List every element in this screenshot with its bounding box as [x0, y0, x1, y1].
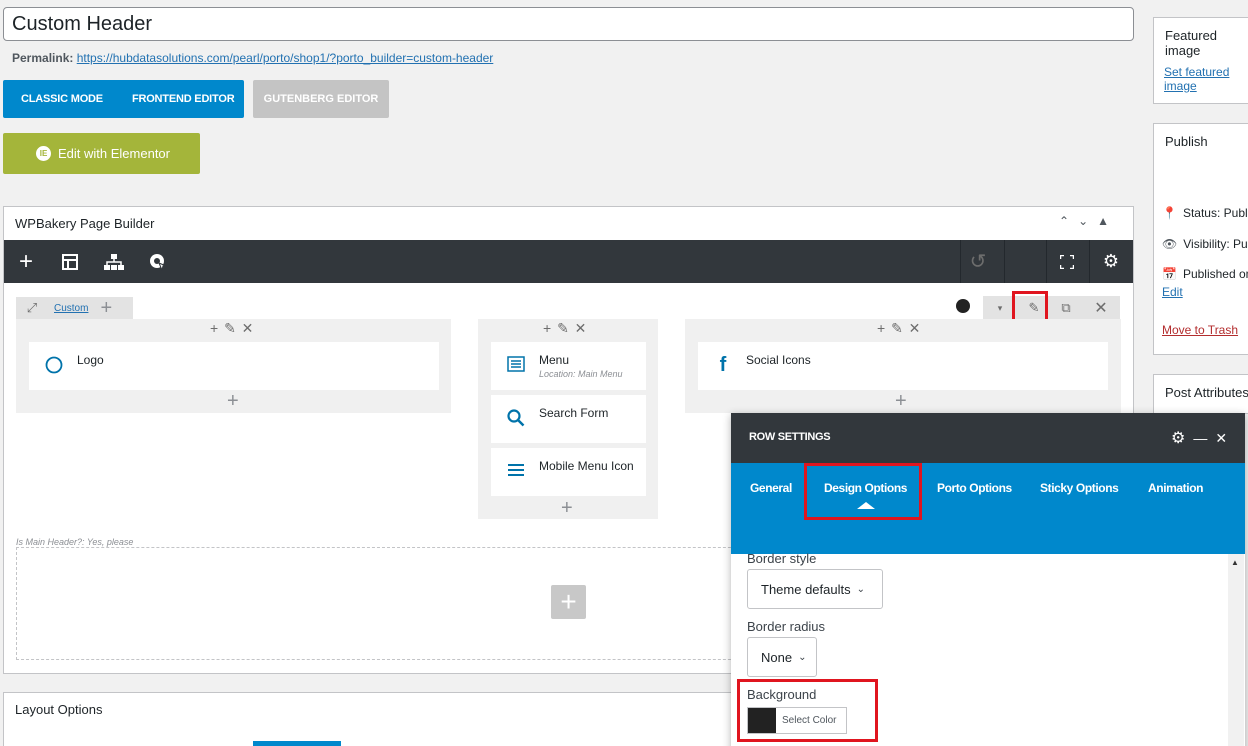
publish-box: Publish 📍 Status: Publi 👁 Visibility: Pu 📅…	[1153, 123, 1248, 355]
published-text: Published on	[1182, 267, 1248, 281]
featured-image-title: Featured image	[1165, 28, 1218, 58]
column-1-controls[interactable]: + ✎ ✕	[210, 320, 254, 338]
element-name: Mobile Menu Icon	[539, 459, 634, 473]
facebook-icon: f	[719, 354, 727, 376]
move-to-trash-link[interactable]: Move to Trash	[1162, 323, 1238, 337]
clone-row-icon[interactable]: ⧉	[1049, 296, 1083, 320]
publish-title: Publish	[1165, 134, 1208, 149]
hamburger-icon	[507, 462, 525, 480]
element-name: Menu	[539, 353, 570, 367]
row-controls: ⤢ Custom +	[16, 297, 133, 319]
border-style-label: Border style	[747, 551, 817, 566]
pin-icon: 📍	[1162, 206, 1177, 220]
elementor-icon: IE	[36, 146, 51, 161]
move-up-icon[interactable]: ⌃	[1059, 214, 1069, 228]
chevron-down-icon: ⌄	[856, 583, 865, 595]
layout-options-tab[interactable]	[253, 741, 341, 746]
set-featured-image-link[interactable]: Set featured image	[1164, 65, 1248, 93]
modal-controls: ⚙ — ✕	[1171, 428, 1227, 448]
circle-icon	[45, 356, 63, 374]
status-row: 📍 Status: Publi	[1162, 206, 1248, 220]
permalink: Permalink: https://hubdatasolutions.com/…	[12, 51, 493, 65]
elementor-label: Edit with Elementor	[58, 146, 170, 161]
post-attributes-title: Post Attributes	[1165, 385, 1248, 400]
element-name: Social Icons	[746, 353, 811, 367]
add-row-button[interactable]: +	[551, 585, 586, 619]
main-header-label: Is Main Header?: Yes, please	[16, 537, 134, 547]
element-name: Logo	[77, 353, 104, 367]
move-down-icon[interactable]: ⌄	[1078, 214, 1088, 228]
border-radius-value: None	[761, 649, 793, 665]
tab-animation[interactable]: Animation	[1148, 481, 1203, 495]
add-column-icon[interactable]: +	[94, 297, 112, 320]
search-icon	[507, 409, 525, 427]
wpbakery-title: WPBakery Page Builder	[15, 216, 155, 231]
modal-scrollbar[interactable]	[1228, 554, 1244, 746]
modal-title: ROW SETTINGS	[749, 431, 831, 443]
seo-icon[interactable]	[136, 240, 180, 283]
element-subtitle: Location: Main Menu	[539, 369, 623, 379]
element-logo[interactable]: Logo	[29, 342, 439, 390]
chevron-down-icon: ⌄	[798, 651, 807, 663]
row-layout-link[interactable]: Custom	[48, 303, 94, 314]
row-actions: ▾ ✎ ⧉ ✕	[983, 296, 1120, 320]
permalink-link[interactable]: https://hubdatasolutions.com/pearl/porto…	[77, 51, 494, 65]
scroll-up-icon[interactable]: ▲	[1231, 558, 1239, 567]
column-3-controls[interactable]: + ✎ ✕	[877, 320, 921, 338]
border-style-select[interactable]: Theme defaults ⌄	[747, 569, 883, 609]
gutenberg-editor-button[interactable]: GUTENBERG EDITOR	[253, 80, 389, 118]
templates-icon[interactable]	[48, 240, 92, 283]
frontend-editor-button[interactable]: FRONTEND EDITOR	[112, 93, 244, 105]
element-social-icons[interactable]: f Social Icons	[698, 342, 1108, 390]
column-2-add-icon[interactable]: +	[561, 497, 573, 520]
undo-icon[interactable]: ↺	[956, 240, 1000, 283]
tab-general[interactable]: General	[750, 481, 792, 495]
collapse-icon[interactable]: ▲	[1097, 214, 1109, 228]
close-icon[interactable]: ✕	[1215, 430, 1227, 447]
modal-gear-icon[interactable]: ⚙	[1171, 428, 1185, 448]
minimize-icon[interactable]: —	[1193, 430, 1207, 446]
featured-image-box: Featured image Set featured image	[1153, 17, 1248, 104]
element-menu[interactable]: Menu Location: Main Menu	[491, 342, 646, 390]
border-radius-label: Border radius	[747, 619, 826, 634]
column-2-controls[interactable]: + ✎ ✕	[543, 320, 587, 338]
element-mobile-menu-icon[interactable]: Mobile Menu Icon	[491, 448, 646, 496]
wpbakery-toolbar: + ↺ ⚙	[4, 240, 1133, 283]
element-search-form[interactable]: Search Form	[491, 395, 646, 443]
add-element-icon[interactable]: +	[4, 240, 48, 283]
empty-row-dropzone	[16, 547, 766, 660]
tab-sticky-options[interactable]: Sticky Options	[1040, 481, 1119, 495]
border-radius-select[interactable]: None ⌄	[747, 637, 817, 677]
edit-date-link[interactable]: Edit	[1162, 285, 1183, 299]
status-text: Status: Publi	[1182, 206, 1248, 220]
column-3-add-icon[interactable]: +	[895, 390, 907, 413]
move-row-icon[interactable]: ⤢	[16, 297, 48, 319]
row-color-dot	[956, 299, 970, 313]
classic-mode-button[interactable]: CLASSIC MODE	[3, 93, 112, 105]
panel-controls: ⌃ ⌄ ▲	[1059, 214, 1109, 228]
published-row: 📅 Published on	[1162, 267, 1248, 281]
layout-options-title: Layout Options	[15, 702, 103, 717]
edit-with-elementor-button[interactable]: IE Edit with Elementor	[3, 133, 200, 174]
delete-row-icon[interactable]: ✕	[1084, 296, 1118, 320]
border-style-value: Theme defaults	[761, 581, 851, 597]
post-title-input[interactable]: Custom Header	[3, 7, 1134, 41]
design-tab-highlight	[804, 463, 922, 520]
background-highlight	[737, 679, 878, 742]
settings-gear-icon[interactable]: ⚙	[1089, 240, 1133, 283]
permalink-label: Permalink:	[12, 51, 74, 65]
column-1-add-icon[interactable]: +	[227, 390, 239, 413]
visibility-row: 👁 Visibility: Pu	[1162, 237, 1248, 251]
visibility-text: Visibility: Pu	[1183, 237, 1248, 251]
eye-icon: 👁	[1162, 237, 1178, 251]
editor-mode-group: CLASSIC MODE FRONTEND EDITOR	[3, 80, 244, 118]
navigator-icon[interactable]	[92, 240, 136, 283]
tab-porto-options[interactable]: Porto Options	[937, 481, 1012, 495]
element-name: Search Form	[539, 406, 609, 420]
calendar-icon: 📅	[1162, 267, 1177, 281]
fullscreen-icon[interactable]	[1045, 240, 1089, 283]
post-attributes-box: Post Attributes	[1153, 374, 1248, 414]
menu-list-icon	[507, 356, 525, 374]
